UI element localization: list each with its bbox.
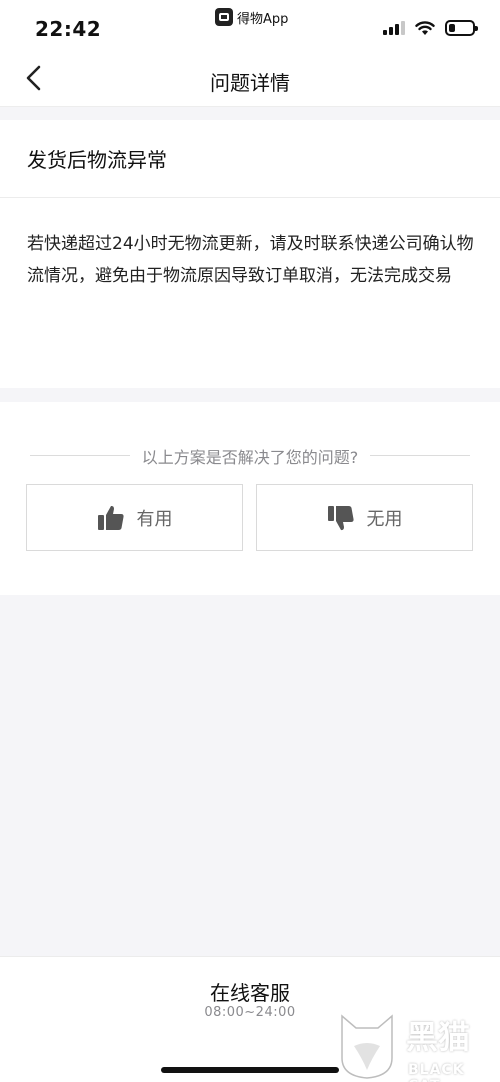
feedback-prompt: 以上方案是否解决了您的问题? xyxy=(141,448,359,467)
customer-service-title[interactable]: 在线客服 xyxy=(0,977,500,1006)
app-return-pill[interactable]: 得物App xyxy=(215,7,288,27)
nav-bar: 问题详情 xyxy=(0,50,500,107)
page-title: 问题详情 xyxy=(210,71,290,95)
battery-icon xyxy=(445,20,478,36)
useful-button[interactable]: 有用 xyxy=(26,484,243,551)
app-logo-icon xyxy=(215,8,233,26)
home-indicator xyxy=(161,1067,339,1073)
black-cat-logo-icon xyxy=(341,1014,393,1079)
watermark: 黑猫 BLACK CAT xyxy=(336,1010,496,1082)
useful-label: 有用 xyxy=(136,508,173,530)
question-title-card: 发货后物流异常 xyxy=(0,120,500,198)
watermark-en: BLACK CAT xyxy=(408,1062,465,1082)
useless-button[interactable]: 无用 xyxy=(256,484,473,551)
question-body: 若快递超过24小时无物流更新，请及时联系快递公司确认物流情况，避免由于物流原因导… xyxy=(27,234,474,286)
status-icons xyxy=(383,20,478,36)
cellular-signal-icon xyxy=(383,21,405,35)
question-body-card: 若快递超过24小时无物流更新，请及时联系快递公司确认物流情况，避免由于物流原因导… xyxy=(0,198,500,388)
question-title: 发货后物流异常 xyxy=(27,148,167,172)
watermark-cn: 黑猫 xyxy=(406,1018,471,1056)
feedback-card: 以上方案是否解决了您的问题? 有用 无用 xyxy=(0,402,500,595)
status-bar: 22:42 得物App xyxy=(0,0,500,50)
app-name: 得物App xyxy=(237,11,289,27)
useless-label: 无用 xyxy=(366,508,403,530)
status-time: 22:42 xyxy=(35,17,102,41)
thumbs-up-icon xyxy=(97,505,124,530)
wifi-icon xyxy=(415,20,435,35)
divider-right xyxy=(370,455,470,456)
thumbs-down-icon xyxy=(327,505,354,530)
